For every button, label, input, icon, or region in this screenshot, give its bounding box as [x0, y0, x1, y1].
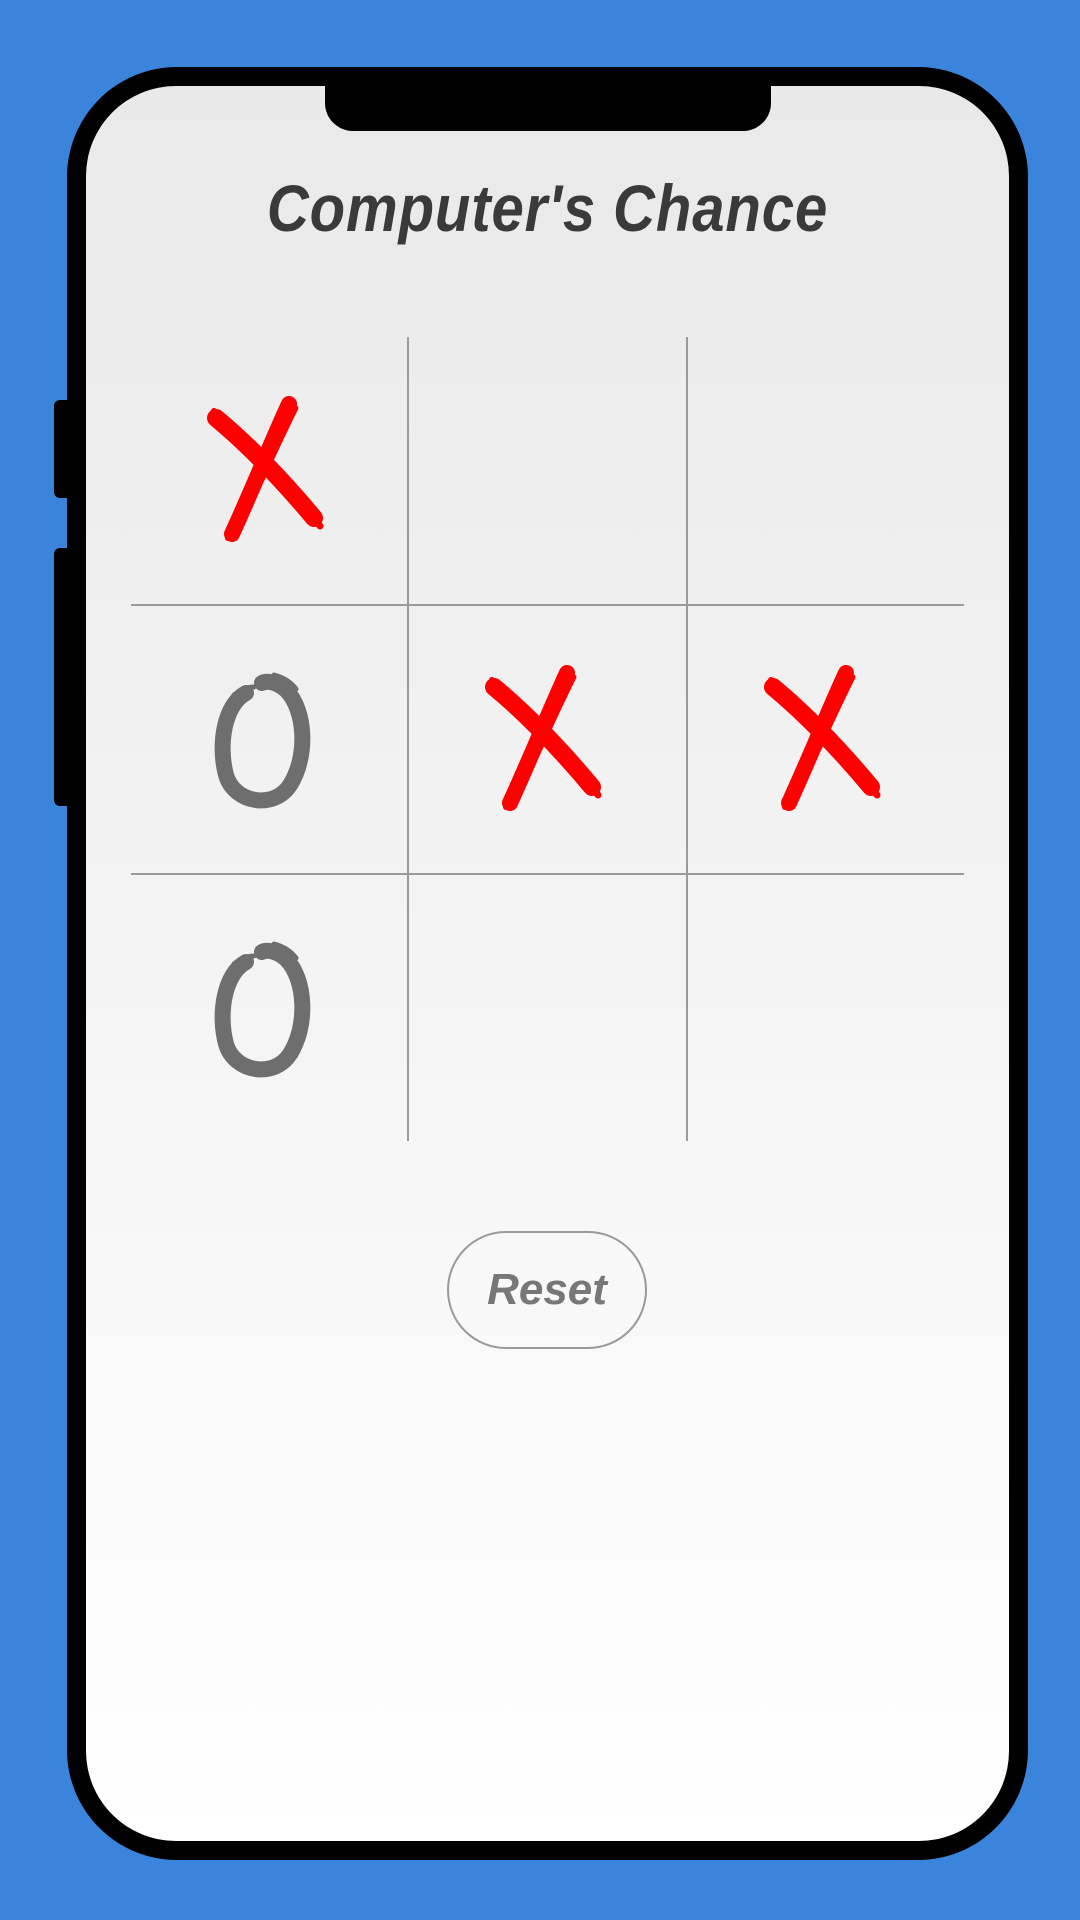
x-mark-icon	[764, 665, 881, 811]
x-mark-icon	[485, 665, 602, 811]
board-cell-1[interactable]	[131, 337, 407, 605]
board-cell-5[interactable]	[409, 606, 685, 874]
board-cell-8[interactable]	[409, 875, 685, 1143]
board-cell-4[interactable]	[131, 606, 407, 874]
game-board	[131, 337, 964, 1141]
board-cell-3[interactable]	[688, 337, 964, 605]
o-mark-icon	[214, 941, 311, 1078]
board-cell-2[interactable]	[409, 337, 685, 605]
turn-status-title: Computer's Chance	[266, 171, 829, 245]
board-cell-9[interactable]	[688, 875, 964, 1143]
board-cell-6[interactable]	[688, 606, 964, 874]
reset-button[interactable]: Reset	[447, 1231, 647, 1349]
phone-notch	[325, 86, 771, 131]
board-cell-7[interactable]	[131, 875, 407, 1143]
o-mark-icon	[214, 672, 311, 809]
x-mark-icon	[207, 396, 324, 542]
